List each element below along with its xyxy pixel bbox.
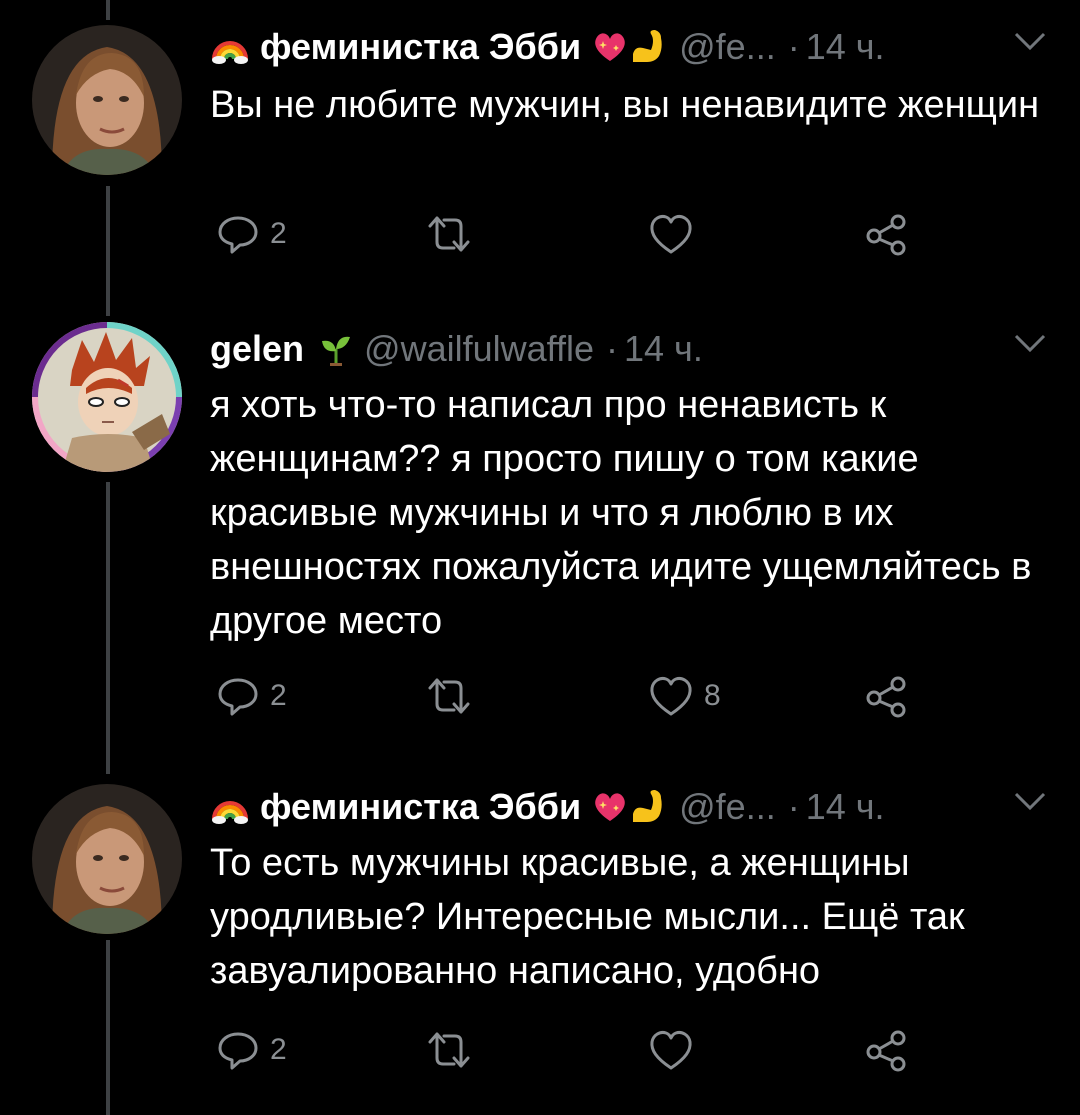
display-name[interactable]: феминистка Эбби xyxy=(260,26,581,68)
like-button[interactable]: 8 xyxy=(648,674,721,718)
reply-button[interactable]: 2 xyxy=(216,212,287,256)
share-button[interactable] xyxy=(864,212,908,256)
reply-button[interactable]: 2 xyxy=(216,1028,287,1072)
retweet-button[interactable] xyxy=(426,212,482,256)
like-button[interactable] xyxy=(648,212,704,256)
tweet-text: я хоть что-то написал про ненависть к же… xyxy=(210,384,1032,642)
tweet-text: Вы не любите мужчин, вы ненавидите женщи… xyxy=(210,84,1040,126)
timestamp[interactable]: 14 ч. xyxy=(806,786,885,828)
share-button[interactable] xyxy=(864,1028,908,1072)
avatar[interactable] xyxy=(32,322,182,472)
reply-icon xyxy=(218,1032,258,1070)
chevron-down-icon[interactable] xyxy=(1010,328,1050,356)
retweet-button[interactable] xyxy=(426,674,482,718)
tweet-header: gelen @wailfulwaffle · 14 ч. xyxy=(210,324,1050,374)
tweet-text: То есть мужчины красивые, а женщины урод… xyxy=(210,842,965,992)
display-name[interactable]: феминистка Эбби xyxy=(260,786,581,828)
flexed-biceps-icon xyxy=(633,30,662,62)
avatar-image xyxy=(32,25,182,175)
tweet-header: феминистка Эбби @fe... · 14 ч. xyxy=(210,782,1050,832)
display-name[interactable]: gelen xyxy=(210,328,304,370)
like-button[interactable] xyxy=(648,1028,704,1072)
sparkling-heart-icon xyxy=(595,793,625,821)
handle[interactable]: @fe... xyxy=(679,786,776,828)
handle[interactable]: @wailfulwaffle xyxy=(364,328,594,370)
reply-button[interactable]: 2 xyxy=(216,674,287,718)
retweet-icon xyxy=(428,678,470,714)
separator-dot: · xyxy=(787,786,800,827)
like-icon xyxy=(650,677,692,716)
share-icon xyxy=(866,676,906,718)
avatar[interactable] xyxy=(32,25,182,175)
like-count: 8 xyxy=(704,679,721,712)
retweet-button[interactable] xyxy=(426,1028,482,1072)
like-icon xyxy=(650,215,692,254)
avatar[interactable] xyxy=(32,784,182,934)
rainbow-emoji-icon xyxy=(212,801,248,824)
separator-dot: · xyxy=(606,328,619,369)
share-button[interactable] xyxy=(864,674,908,718)
retweet-icon xyxy=(428,1032,470,1068)
tweet[interactable]: gelen @wailfulwaffle · 14 ч. я хоть что-… xyxy=(0,300,1080,760)
chevron-down-icon[interactable] xyxy=(1010,26,1050,54)
tweet-header: феминистка Эбби @fe... · 14 ч. xyxy=(210,22,1050,72)
reply-icon xyxy=(218,678,258,716)
tweet[interactable]: феминистка Эбби @fe... · 14 ч. Вы не люб… xyxy=(0,0,1080,300)
reply-icon xyxy=(218,216,258,254)
share-icon xyxy=(866,214,906,256)
sparkling-heart-icon xyxy=(595,33,625,61)
separator-dot: · xyxy=(787,26,800,67)
avatar-image xyxy=(32,322,182,472)
rainbow-emoji-icon xyxy=(212,41,248,64)
flexed-biceps-icon xyxy=(633,790,662,822)
tweet-actions: 2 8 xyxy=(216,674,916,724)
like-icon xyxy=(650,1031,692,1070)
tweet-actions: 2 xyxy=(216,212,916,262)
seedling-icon xyxy=(322,336,351,366)
handle[interactable]: @fe... xyxy=(679,26,776,68)
share-icon xyxy=(866,1030,906,1072)
tweet[interactable]: феминистка Эбби @fe... · 14 ч. То есть м… xyxy=(0,760,1080,1115)
reply-count: 2 xyxy=(270,1033,287,1066)
timestamp[interactable]: 14 ч. xyxy=(806,26,885,68)
chevron-down-icon[interactable] xyxy=(1010,786,1050,814)
retweet-icon xyxy=(428,216,470,252)
avatar-image xyxy=(32,784,182,934)
timestamp[interactable]: 14 ч. xyxy=(624,328,703,370)
tweet-actions: 2 xyxy=(216,1028,916,1078)
reply-count: 2 xyxy=(270,217,287,250)
reply-count: 2 xyxy=(270,679,287,712)
